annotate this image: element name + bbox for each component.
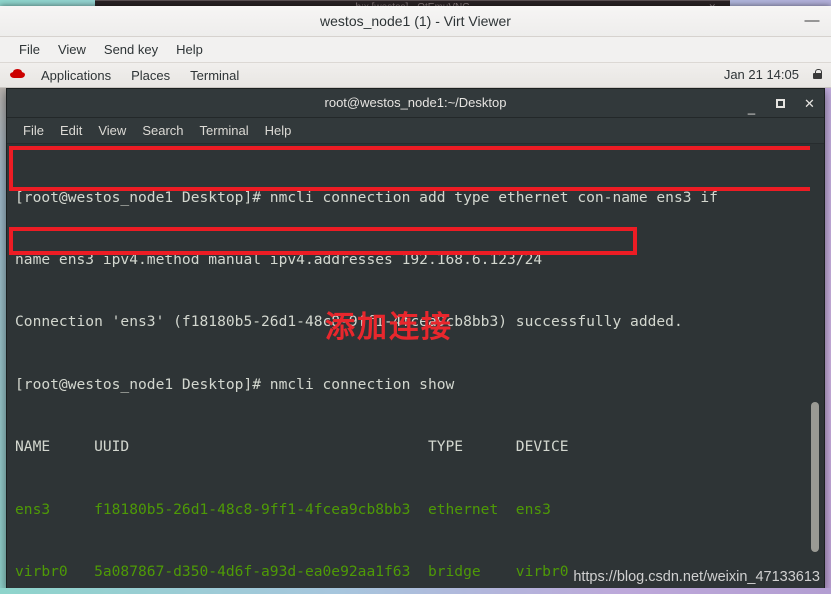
- panel-item-applications[interactable]: Applications: [31, 67, 121, 84]
- terminal-output: [root@westos_node1 Desktop]# nmcli conne…: [15, 146, 800, 589]
- terminal-menu-edit[interactable]: Edit: [52, 121, 90, 140]
- terminal-menubar: File Edit View Search Terminal Help: [7, 118, 824, 144]
- menu-item-send-key[interactable]: Send key: [95, 40, 167, 59]
- virt-viewer-window: westos_node1 (1) - Virt Viewer — File Vi…: [0, 6, 831, 594]
- terminal-menu-search[interactable]: Search: [134, 121, 191, 140]
- watermark: https://blog.csdn.net/weixin_47133613: [573, 569, 820, 585]
- desktop-bottom-strip: [0, 588, 831, 594]
- terminal-line: name ens3 ipv4.method manual ipv4.addres…: [15, 250, 543, 268]
- menu-item-help[interactable]: Help: [167, 40, 212, 59]
- terminal-menu-file[interactable]: File: [15, 121, 52, 140]
- terminal-scrollbar-thumb[interactable]: [811, 402, 819, 552]
- chinese-annotation: 添加连接: [325, 310, 453, 345]
- terminal-body[interactable]: [root@westos_node1 Desktop]# nmcli conne…: [7, 144, 824, 589]
- system-tray[interactable]: [811, 68, 825, 82]
- screen-root: b:x [westos] - QtEmuVNC ▫ ✕ westos_node1…: [0, 0, 831, 594]
- terminal-line: NAME UUID TYPE DEVICE: [15, 438, 569, 456]
- panel-item-terminal[interactable]: Terminal: [180, 67, 249, 84]
- terminal-titlebar[interactable]: root@westos_node1:~/Desktop _ ✕: [7, 89, 824, 118]
- terminal-menu-terminal[interactable]: Terminal: [192, 121, 257, 140]
- terminal-scrollbar-track[interactable]: [810, 144, 822, 589]
- panel-item-places[interactable]: Places: [121, 67, 180, 84]
- terminal-line: [root@westos_node1 Desktop]# nmcli conne…: [15, 375, 455, 393]
- guest-desktop: root@westos_node1:~/Desktop _ ✕ File Edi…: [0, 88, 831, 594]
- virt-viewer-menubar: File View Send key Help: [0, 37, 831, 63]
- redhat-logo-icon: [10, 68, 25, 83]
- panel-clock[interactable]: Jan 21 14:05: [724, 63, 799, 87]
- menu-item-view[interactable]: View: [49, 40, 95, 59]
- minimize-button[interactable]: —: [801, 6, 823, 36]
- terminal-window: root@westos_node1:~/Desktop _ ✕ File Edi…: [6, 88, 825, 590]
- terminal-menu-view[interactable]: View: [90, 121, 134, 140]
- terminal-line: [root@westos_node1 Desktop]# nmcli conne…: [15, 188, 718, 206]
- terminal-minimize-button[interactable]: _: [745, 101, 758, 114]
- terminal-title: root@westos_node1:~/Desktop: [324, 95, 507, 110]
- virt-viewer-titlebar[interactable]: westos_node1 (1) - Virt Viewer —: [0, 6, 831, 37]
- virt-viewer-title: westos_node1 (1) - Virt Viewer: [320, 13, 511, 29]
- terminal-menu-help[interactable]: Help: [257, 121, 300, 140]
- terminal-maximize-button[interactable]: [774, 97, 787, 110]
- lock-icon: [813, 69, 822, 79]
- terminal-line: ens3 f18180b5-26d1-48c8-9ff1-4fcea9cb8bb…: [15, 500, 551, 518]
- terminal-window-buttons: _ ✕: [745, 89, 816, 117]
- terminal-close-button[interactable]: ✕: [803, 97, 816, 110]
- gnome-top-panel: Applications Places Terminal Jan 21 14:0…: [0, 63, 831, 88]
- menu-item-file[interactable]: File: [10, 40, 49, 59]
